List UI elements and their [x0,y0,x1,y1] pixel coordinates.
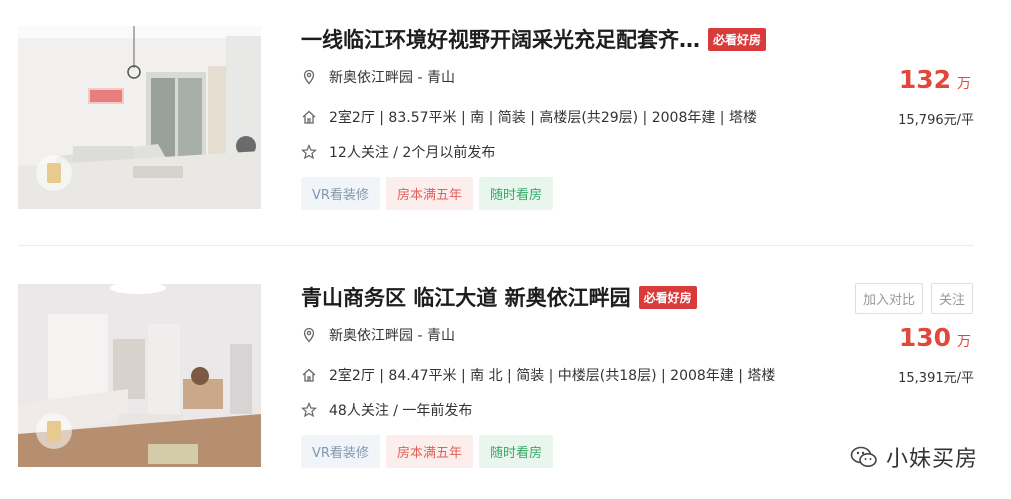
watermark-text: 小妹买房 [885,447,978,472]
listing-title[interactable]: 青山商务区 临江大道 新奥依江畔园 [301,282,631,312]
attributes-row: 2室2厅 | 83.57平米 | 南 | 简装 | 高楼层(共29层) | 20… [301,107,757,127]
listing-photo[interactable] [18,26,261,209]
price-unit: 万 [957,76,971,92]
add-compare-button[interactable]: 加入对比 [854,283,923,314]
tag-anytime-viewing: 随时看房 [478,177,553,210]
total-price: 130 万 [899,323,971,352]
vr-badge-icon[interactable] [36,155,72,191]
price-value: 132 [898,65,951,94]
must-see-badge: 必看好房 [638,285,697,309]
star-icon [301,144,317,160]
tag-five-years: 房本满五年 [385,177,473,210]
listing-divider [18,245,974,246]
tag-anytime-viewing: 随时看房 [478,435,553,468]
follow-text: 48人关注 / 一年前发布 [329,403,473,419]
location-text[interactable]: 新奥依江畔园 - 青山 [329,325,455,345]
listing-actions: 加入对比 关注 [854,283,973,314]
star-icon [301,402,317,418]
price-unit: 万 [957,334,971,350]
tag-list: VR看装修 房本满五年 随时看房 [301,435,553,468]
follow-row: 12人关注 / 2个月以前发布 [301,142,495,162]
listing-photo[interactable] [18,284,261,467]
wechat-logo-icon [850,446,877,467]
tag-list: VR看装修 房本满五年 随时看房 [301,177,553,210]
listing-title[interactable]: 一线临江环境好视野开阔采光充足配套齐… [301,24,700,54]
attributes-row: 2室2厅 | 84.47平米 | 南 北 | 简装 | 中楼层(共18层) | … [301,365,775,385]
must-see-badge: 必看好房 [708,27,767,51]
total-price: 132 万 [899,65,971,94]
tag-five-years: 房本满五年 [385,435,473,468]
location-row: 新奥依江畔园 - 青山 [301,325,455,345]
unit-price: 15,391元/平 [898,371,974,386]
vr-badge-icon[interactable] [36,413,72,449]
attributes-text: 2室2厅 | 83.57平米 | 南 | 简装 | 高楼层(共29层) | 20… [329,110,757,126]
house-icon [301,367,317,383]
attributes-text: 2室2厅 | 84.47平米 | 南 北 | 简装 | 中楼层(共18层) | … [329,368,776,384]
unit-price: 15,796元/平 [898,113,974,128]
follow-button[interactable]: 关注 [930,283,973,314]
follow-row: 48人关注 / 一年前发布 [301,400,472,420]
house-icon [301,109,317,125]
location-row: 新奥依江畔园 - 青山 [301,67,455,87]
watermark: 小妹买房 [850,441,978,473]
location-pin-icon [301,327,317,343]
tag-vr: VR看装修 [301,177,380,210]
tag-vr: VR看装修 [301,435,380,468]
listing-card: 一线临江环境好视野开阔采光充足配套齐… 必看好房 新奥依江畔园 - 青山 2室2… [0,0,1011,246]
location-pin-icon [301,69,317,85]
price-value: 130 [898,323,951,352]
follow-text: 12人关注 / 2个月以前发布 [329,145,496,161]
location-text[interactable]: 新奥依江畔园 - 青山 [329,67,455,87]
